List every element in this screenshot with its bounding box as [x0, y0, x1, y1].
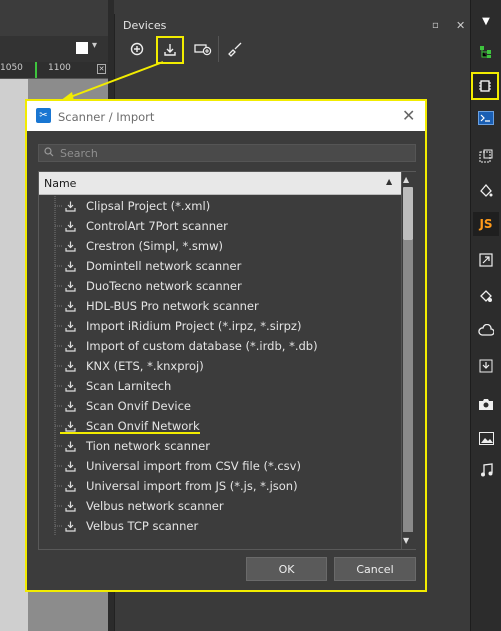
list-item-label: Velbus network scanner [86, 499, 224, 513]
import-icon [62, 216, 78, 236]
import-icon [62, 276, 78, 296]
list-item-label: Tion network scanner [86, 439, 210, 453]
app-icon: ✂ [36, 108, 51, 123]
list-item-label: Import iRidium Project (*.irpz, *.sirpz) [86, 319, 302, 333]
import-icon [62, 476, 78, 496]
list-item[interactable]: HDL-BUS Pro network scanner [50, 296, 395, 316]
tree-connector [50, 476, 62, 496]
list-item[interactable]: Scan Larnitech [50, 376, 395, 396]
search-placeholder: Search [60, 147, 98, 160]
sort-up-icon: ▲ [386, 177, 393, 186]
column-header-label: Name [44, 177, 77, 190]
list-item[interactable]: Crestron (Simpl, *.smw) [50, 236, 395, 256]
highlight-underline [60, 432, 200, 434]
list-item[interactable]: Velbus TCP scanner [50, 516, 395, 536]
list-item-label: Crestron (Simpl, *.smw) [86, 239, 224, 253]
list-item-label: Import of custom database (*.irdb, *.db) [86, 339, 318, 353]
tree-connector [50, 216, 62, 236]
list-item-label: Clipsal Project (*.xml) [86, 199, 211, 213]
tree-connector [50, 456, 62, 476]
dialog-title: Scanner / Import [58, 110, 155, 124]
tree-connector [50, 296, 62, 316]
tree-connector [50, 376, 62, 396]
list-item[interactable]: DuoTecno network scanner [50, 276, 395, 296]
import-icon [62, 296, 78, 316]
list-item[interactable]: Clipsal Project (*.xml) [50, 196, 395, 216]
import-icon [62, 456, 78, 476]
list-item[interactable]: Import iRidium Project (*.irpz, *.sirpz) [50, 316, 395, 336]
tree-connector [50, 356, 62, 376]
list-item-label: Scan Onvif Device [86, 399, 191, 413]
list-item[interactable]: Domintell network scanner [50, 256, 395, 276]
import-icon [62, 396, 78, 416]
scrollbar-thumb[interactable] [403, 187, 413, 240]
tree-connector [50, 496, 62, 516]
import-icon [62, 336, 78, 356]
cancel-button[interactable]: Cancel [334, 557, 416, 581]
import-icon [62, 496, 78, 516]
tree-connector [50, 436, 62, 456]
tree-connector [50, 316, 62, 336]
tree-connector [50, 236, 62, 256]
tree-connector [50, 516, 62, 536]
import-icon [62, 436, 78, 456]
list-item[interactable]: Import of custom database (*.irdb, *.db) [50, 336, 395, 356]
tree-connector [50, 256, 62, 276]
scroll-up-icon[interactable]: ▲ [403, 175, 409, 184]
list-item-label: Scan Onvif Network [86, 419, 200, 433]
search-icon [44, 147, 54, 160]
scrollbar-track [403, 240, 413, 532]
import-icon [62, 376, 78, 396]
list-item-label: HDL-BUS Pro network scanner [86, 299, 259, 313]
column-header-name[interactable] [39, 172, 401, 195]
import-icon [62, 316, 78, 336]
import-icon [62, 196, 78, 216]
ok-button[interactable]: OK [246, 557, 327, 581]
list-item-label: KNX (ETS, *.knxproj) [86, 359, 204, 373]
list-item-label: Universal import from JS (*.js, *.json) [86, 479, 298, 493]
tree-connector [50, 196, 62, 216]
tree-connector [50, 336, 62, 356]
close-icon[interactable]: ✕ [402, 106, 415, 125]
list-item[interactable]: KNX (ETS, *.knxproj) [50, 356, 395, 376]
list-item[interactable]: Universal import from JS (*.js, *.json) [50, 476, 395, 496]
import-icon [62, 236, 78, 256]
scroll-down-icon[interactable]: ▼ [403, 536, 409, 545]
import-icon [62, 356, 78, 376]
list-item-label: Scan Larnitech [86, 379, 172, 393]
tree-connector [50, 396, 62, 416]
list-item[interactable]: ControlArt 7Port scanner [50, 216, 395, 236]
list-item-label: Velbus TCP scanner [86, 519, 199, 533]
list-item-label: Universal import from CSV file (*.csv) [86, 459, 301, 473]
tree-connector [50, 276, 62, 296]
list-item[interactable]: Tion network scanner [50, 436, 395, 456]
list-item-label: DuoTecno network scanner [86, 279, 242, 293]
list-item-label: ControlArt 7Port scanner [86, 219, 228, 233]
list-item[interactable]: Scan Onvif Device [50, 396, 395, 416]
list-item-label: Domintell network scanner [86, 259, 242, 273]
import-icon [62, 256, 78, 276]
list-item[interactable]: Velbus network scanner [50, 496, 395, 516]
list-item[interactable]: Universal import from CSV file (*.csv) [50, 456, 395, 476]
import-icon [62, 516, 78, 536]
